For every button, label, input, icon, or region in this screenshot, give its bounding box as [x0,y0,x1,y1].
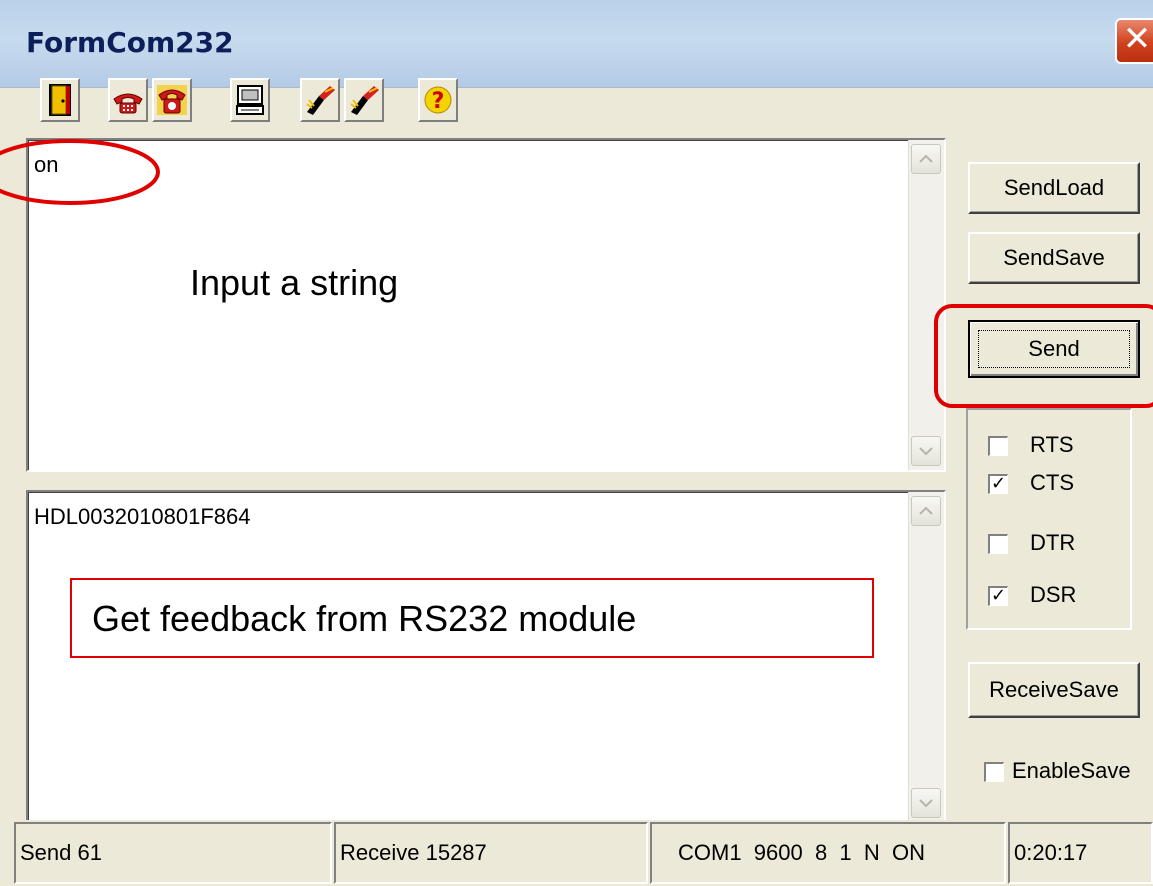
clear-receive-icon [350,86,379,115]
annotation-ellipse [0,139,160,205]
hangup-button[interactable] [108,78,148,122]
status-elapsed-time: 0:20:17 [1008,822,1153,884]
clear-send-button[interactable] [300,78,340,122]
check-icon: ✓ [990,473,1007,494]
close-icon: ✕ [1122,19,1152,59]
chevron-down-icon [919,447,933,456]
clear-receive-button[interactable] [344,78,384,122]
chevron-up-icon [919,154,933,163]
svg-text:?: ? [432,89,445,114]
telephone-hangup-icon [113,93,143,114]
receive-save-button[interactable]: ReceiveSave [968,662,1140,718]
chevron-up-icon [919,506,933,515]
send-memo-scrollbar[interactable] [908,140,944,470]
exit-button[interactable] [40,78,80,122]
scroll-down-button[interactable] [911,788,941,818]
feedback-hint-label: Get feedback from RS232 module [92,598,637,639]
signal-cts-checkbox[interactable]: ✓ [988,474,1008,494]
scroll-down-button[interactable] [911,436,941,466]
enable-save-checkbox[interactable] [984,762,1004,782]
signal-dtr-label: DTR [1030,530,1076,555]
terminal-button[interactable] [230,78,270,122]
input-hint-label: Input a string [190,262,399,303]
dial-button[interactable] [152,78,192,122]
window-title: FormCom232 [26,26,234,59]
scroll-up-button[interactable] [911,496,941,526]
feedback-annotation-box: Get feedback from RS232 module [70,578,874,658]
computer-terminal-icon [236,85,264,115]
signal-dsr-checkbox[interactable]: ✓ [988,586,1008,606]
status-receive-count: Receive 15287 [334,822,648,884]
status-send-count: Send 61 [14,822,332,884]
send-memo[interactable]: on [26,138,946,472]
send-label: Send [978,330,1130,368]
clear-send-icon [306,86,335,115]
signal-cts-label: CTS [1030,470,1074,495]
chevron-down-icon [919,799,933,808]
send-save-button[interactable]: SendSave [968,232,1140,284]
check-icon: ✓ [990,585,1007,606]
receive-memo-scrollbar[interactable] [908,492,944,822]
signal-dsr-label: DSR [1030,582,1077,607]
status-port-settings: COM1 9600 8 1 N ON [650,822,1006,884]
signal-rts-checkbox[interactable] [988,436,1008,456]
signal-rts-label: RTS [1030,432,1074,457]
telephone-dial-icon [157,85,187,115]
help-button[interactable]: ? [418,78,458,122]
send-load-button[interactable]: SendLoad [968,162,1140,214]
send-button[interactable]: Send [968,320,1140,378]
enable-save-label: EnableSave [1012,758,1131,783]
help-icon: ? [424,86,452,114]
receive-memo-text[interactable]: HDL0032010801F864 [34,504,251,530]
signal-dtr-checkbox[interactable] [988,534,1008,554]
exit-door-icon [49,84,71,116]
scroll-up-button[interactable] [911,144,941,174]
close-button[interactable]: ✕ [1115,18,1153,64]
